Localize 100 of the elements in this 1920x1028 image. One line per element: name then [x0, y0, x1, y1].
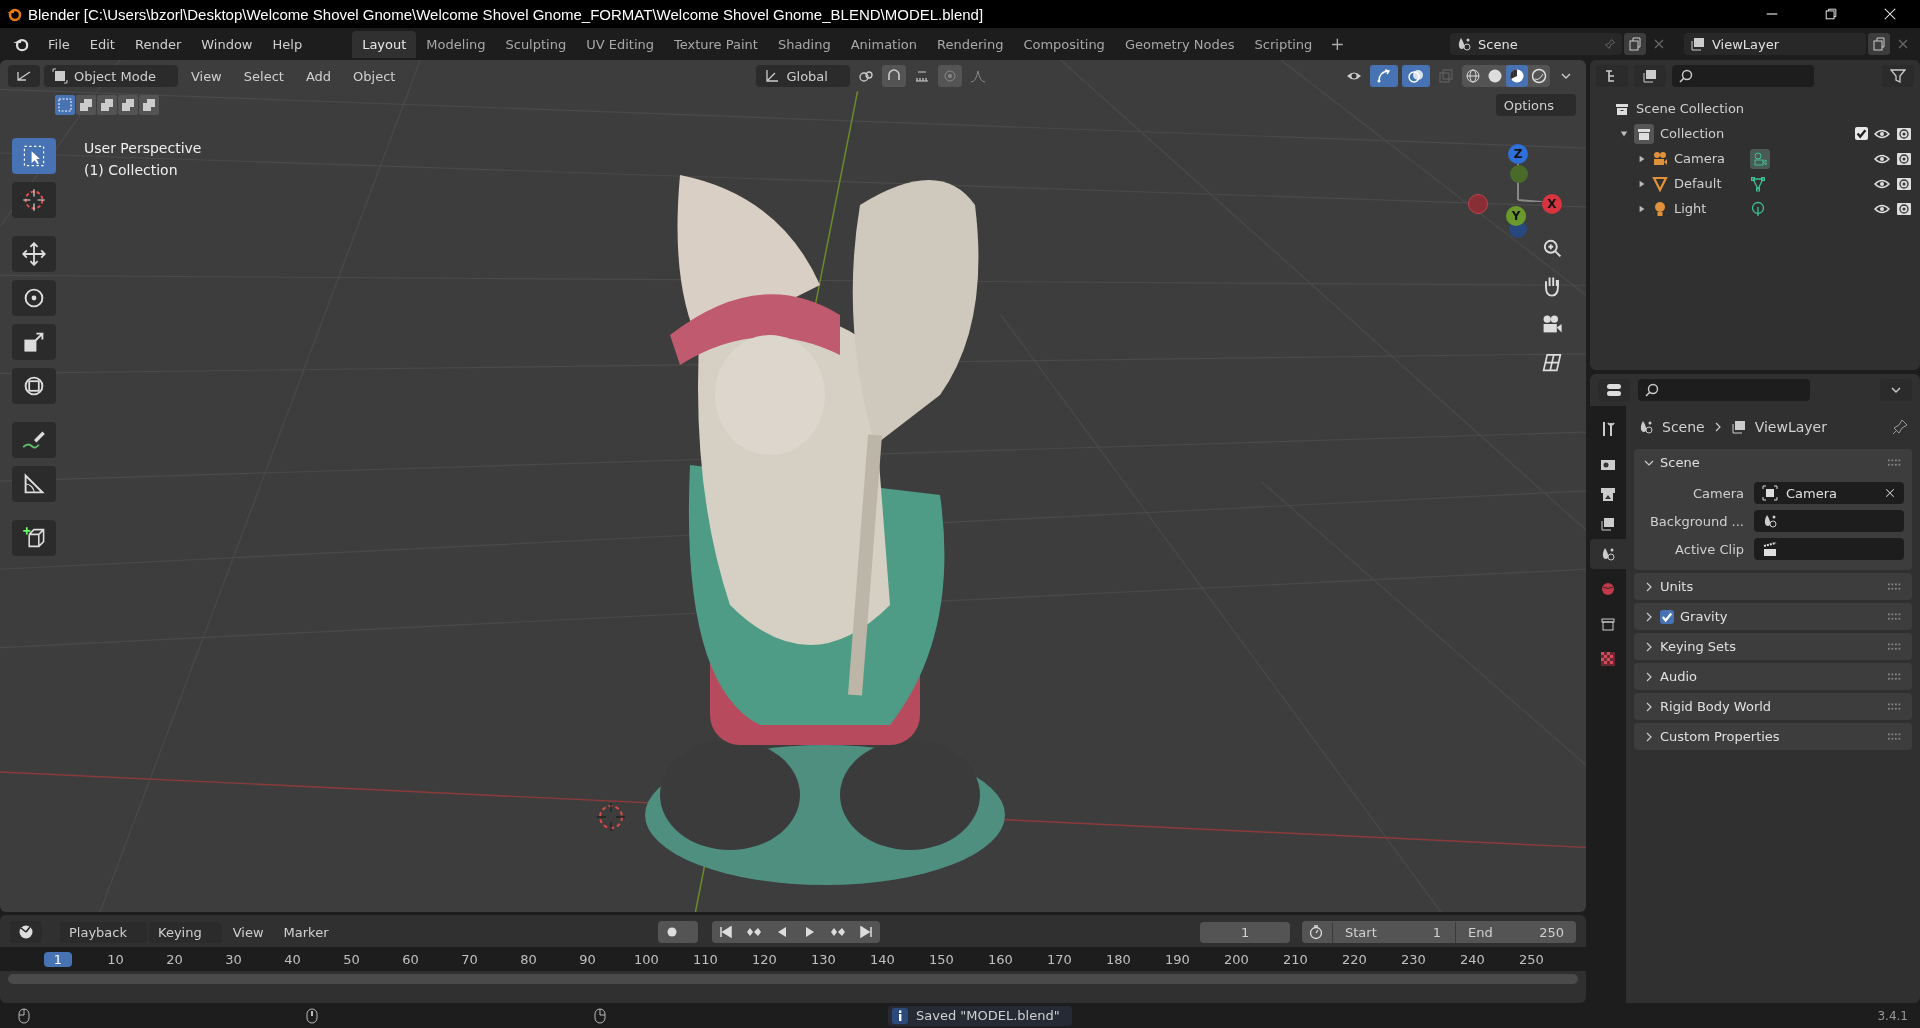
chevron-icon[interactable] [1644, 581, 1654, 592]
object-field[interactable] [1754, 510, 1904, 532]
menu-item[interactable]: Select [234, 65, 293, 87]
filter-icon[interactable] [1882, 65, 1914, 87]
restore-icon[interactable] [1824, 7, 1838, 21]
close-icon[interactable] [1883, 7, 1897, 21]
selection-mode-button[interactable] [55, 95, 75, 115]
workspace-tab[interactable]: Geometry Nodes [1114, 30, 1245, 58]
shading-mode-button[interactable] [1506, 65, 1528, 87]
tree-item[interactable]: Scene Collection [1636, 101, 1745, 116]
workspace-tab[interactable]: Sculpting [495, 30, 577, 58]
options-dropdown[interactable]: Options [1495, 94, 1576, 116]
properties-tab[interactable] [1590, 539, 1626, 569]
light-data-icon[interactable] [1750, 200, 1766, 217]
drag-handle-icon[interactable] [1888, 612, 1902, 621]
menu-item[interactable]: Help [262, 32, 313, 56]
view-layer-icon[interactable] [1634, 65, 1666, 87]
menu-item[interactable]: View [181, 65, 231, 87]
object-field[interactable] [1754, 538, 1904, 560]
panel-title[interactable]: Units [1660, 579, 1694, 594]
selection-mode-button[interactable] [97, 95, 117, 115]
editor-type-button[interactable] [10, 921, 42, 943]
add-workspace-button[interactable]: + [1322, 30, 1353, 58]
search-field[interactable] [1638, 379, 1810, 401]
menu-item[interactable]: Keying [149, 921, 222, 943]
tool-button[interactable] [12, 324, 56, 360]
workspace-tab[interactable]: UV Editing [576, 30, 664, 58]
render-camera-icon[interactable] [1896, 125, 1912, 142]
selection-mode-button[interactable] [139, 95, 159, 115]
workspace-tab[interactable]: Modeling [416, 30, 496, 58]
chevron-icon[interactable] [1644, 671, 1654, 682]
tree-item[interactable]: Camera [1674, 151, 1744, 166]
chevron-icon[interactable] [1644, 701, 1654, 712]
tool-button[interactable] [12, 138, 56, 174]
panel-title[interactable]: Custom Properties [1660, 729, 1780, 744]
workspace-tab[interactable]: Compositing [1013, 30, 1115, 58]
proportional-edit-icon[interactable] [937, 65, 962, 87]
menu-item[interactable]: Add [296, 65, 341, 87]
tool-button[interactable] [12, 422, 56, 458]
copy-icon[interactable] [1868, 33, 1890, 55]
workspace-tab[interactable]: Animation [840, 30, 927, 58]
panel-title[interactable]: Audio [1660, 669, 1697, 684]
view-layer-selector[interactable]: ViewLayer [1684, 33, 1866, 55]
mesh-data-icon[interactable] [1750, 175, 1766, 192]
workspace-tab[interactable]: Texture Paint [664, 30, 768, 58]
tool-button[interactable] [12, 466, 56, 502]
tree-item[interactable]: Default [1674, 176, 1744, 191]
start-frame-field[interactable]: Start 1 [1332, 921, 1453, 943]
tool-button[interactable] [12, 368, 56, 404]
checkbox[interactable] [1855, 127, 1868, 140]
menu-item[interactable]: Object [344, 65, 405, 87]
workspace-tab[interactable]: Rendering [927, 30, 1014, 58]
render-camera-icon[interactable] [1896, 175, 1912, 192]
menu-item[interactable]: Playback [60, 921, 147, 943]
pin-icon[interactable] [1604, 38, 1616, 50]
axis-label[interactable]: X [1542, 194, 1562, 214]
tool-button[interactable] [12, 280, 56, 316]
tool-button[interactable] [12, 236, 56, 272]
keyframe-record-button[interactable] [657, 921, 698, 943]
snap-icon[interactable] [881, 65, 906, 87]
menu-item[interactable]: Window [191, 32, 263, 56]
workspace-tab[interactable]: Layout [352, 30, 417, 58]
editor-type-button[interactable] [8, 65, 40, 87]
chevron-icon[interactable] [1644, 731, 1654, 742]
clear-icon[interactable] [1884, 487, 1896, 499]
display-mode-icon[interactable] [1596, 65, 1628, 87]
drag-handle-icon[interactable] [1888, 582, 1902, 591]
axis-label[interactable]: Z [1508, 144, 1528, 164]
axis-label[interactable]: Y [1506, 206, 1526, 226]
selection-mode-button[interactable] [76, 95, 96, 115]
expand-arrow-icon[interactable] [1638, 154, 1646, 163]
chevron-icon[interactable] [1644, 611, 1654, 622]
pin-icon[interactable] [1892, 419, 1908, 435]
panel-title[interactable]: Rigid Body World [1660, 699, 1772, 714]
expand-arrow-icon[interactable] [1620, 129, 1628, 138]
chevron-icon[interactable] [1644, 641, 1654, 652]
selection-mode-button[interactable] [118, 95, 138, 115]
scene-selector[interactable]: Scene [1450, 33, 1622, 55]
workspace-tab[interactable]: Shading [767, 30, 841, 58]
drag-handle-icon[interactable] [1888, 672, 1902, 681]
copy-icon[interactable] [1624, 33, 1646, 55]
expand-arrow-icon[interactable] [1638, 179, 1646, 188]
panel-title[interactable]: Scene [1660, 455, 1700, 470]
menu-item[interactable]: Marker [274, 921, 338, 943]
tree-item[interactable]: Collection [1660, 126, 1725, 141]
editor-type-icon[interactable] [1598, 379, 1630, 401]
drag-handle-icon[interactable] [1888, 702, 1902, 711]
tool-button[interactable] [12, 182, 56, 218]
scrollbar[interactable] [8, 974, 1578, 984]
search-field[interactable] [1672, 65, 1814, 87]
tree-item[interactable]: Light [1674, 201, 1744, 216]
mode-dropdown[interactable]: Object Mode [44, 65, 178, 87]
menu-item[interactable]: View [223, 921, 273, 943]
drag-handle-icon[interactable] [1888, 458, 1902, 467]
menu-item[interactable]: Edit [79, 32, 125, 56]
drag-handle-icon[interactable] [1888, 642, 1902, 651]
orientation-dropdown[interactable]: Global [756, 65, 850, 87]
checkbox[interactable] [1660, 609, 1674, 624]
current-frame-field[interactable]: 1 [1200, 921, 1290, 943]
tool-button[interactable] [12, 520, 56, 556]
